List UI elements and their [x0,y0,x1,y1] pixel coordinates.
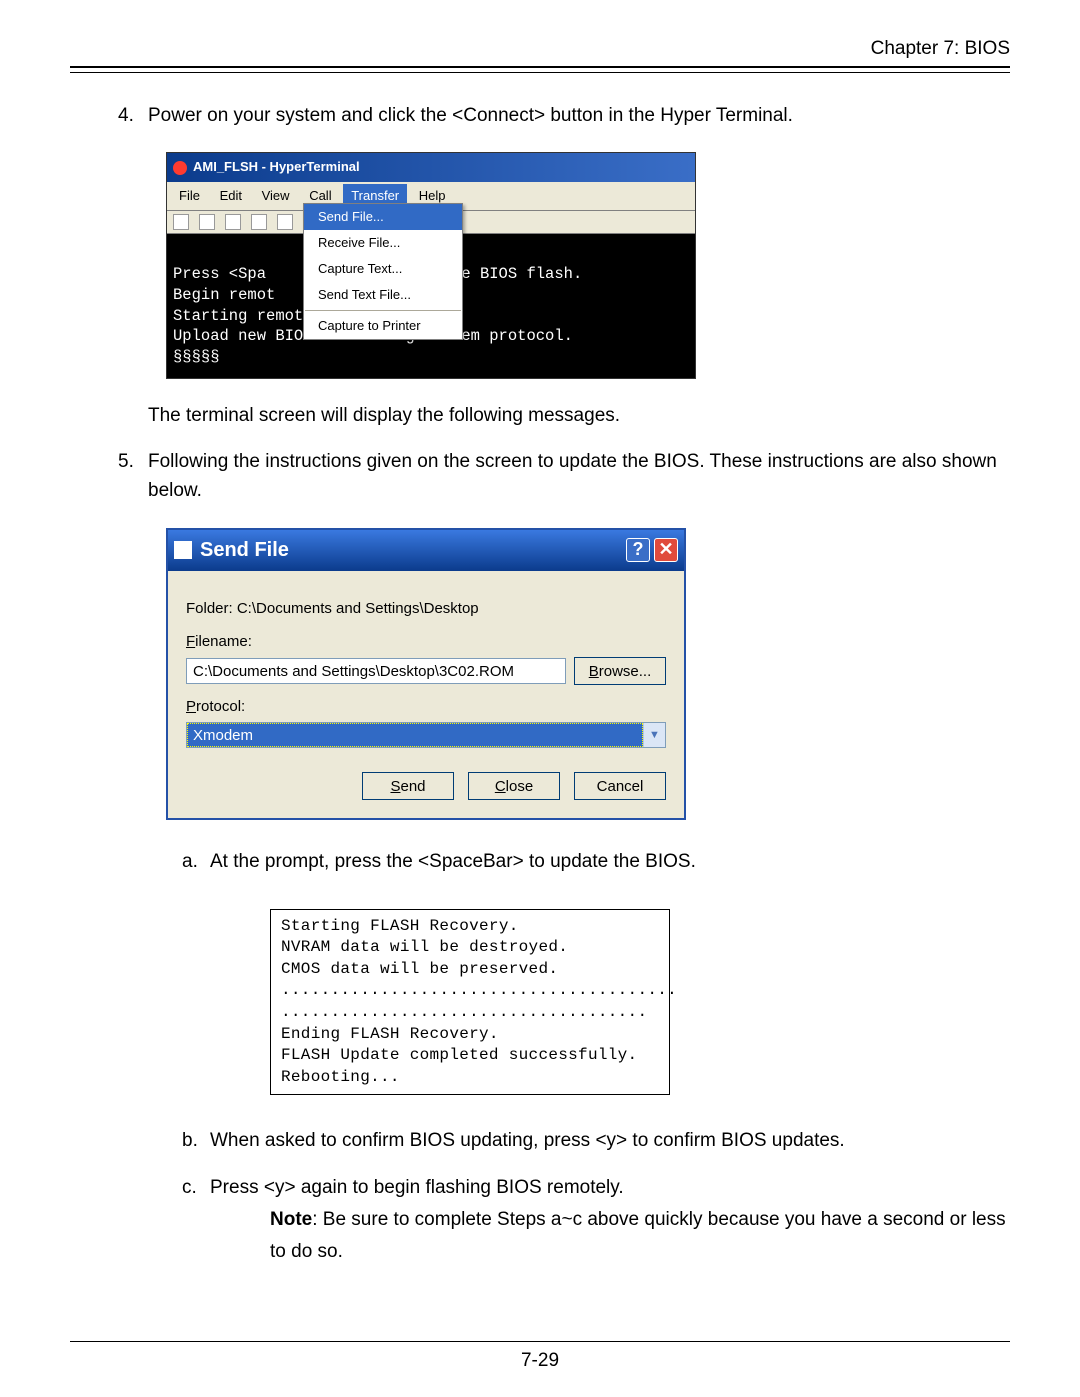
substep-b: b. When asked to confirm BIOS updating, … [182,1125,1010,1157]
protocol-value: Xmodem [187,723,643,747]
filename-input[interactable] [186,658,566,684]
cancel-button[interactable]: Cancel [574,772,666,800]
header-rule [70,66,1010,73]
note-text: : Be sure to complete Steps a~c above qu… [270,1209,1006,1262]
step-5-num: 5. [118,447,134,476]
menubar: File Edit View Call Transfer Help Send F… [167,182,695,211]
substep-b-text: When asked to confirm BIOS updating, pre… [210,1130,845,1151]
step-4-text: Power on your system and click the <Conn… [148,105,793,126]
step-5-text: Following the instructions given on the … [148,451,997,501]
hyperterminal-titlebar: AMI_FLSH - HyperTerminal [167,153,695,181]
menu-view[interactable]: View [254,184,298,208]
menu-item-send-file[interactable]: Send File... [304,204,462,230]
page-number: 7-29 [0,1350,1080,1396]
menu-item-receive-file[interactable]: Receive File... [304,230,462,256]
chapter-header: Chapter 7: BIOS [70,38,1010,66]
protocol-label: Protocol: [186,695,666,718]
footer-rule [70,1341,1010,1342]
menu-item-capture-text[interactable]: Capture Text... [304,256,462,282]
step-4-after: The terminal screen will display the fol… [148,401,1010,430]
step-4-num: 4. [118,101,134,130]
transfer-dropdown: Send File... Receive File... Capture Tex… [303,203,463,341]
substep-a-letter: a. [182,846,198,878]
substep-c-text: Press <y> again to begin flashing BIOS r… [210,1177,624,1198]
step-5: 5. Following the instructions given on t… [118,447,1010,1269]
note-label: Note [270,1209,312,1230]
substep-a-text: At the prompt, press the <SpaceBar> to u… [210,851,696,872]
toolbar-disconnect-icon[interactable] [251,214,267,230]
browse-button[interactable]: Browse... [574,657,666,685]
menu-item-send-text-file[interactable]: Send Text File... [304,282,462,308]
hyperterminal-window: AMI_FLSH - HyperTerminal File Edit View … [166,152,696,379]
send-file-titlebar: Send File ? ✕ [168,530,684,571]
substep-c-letter: c. [182,1172,197,1204]
toolbar-new-icon[interactable] [173,214,189,230]
window-title: AMI_FLSH - HyperTerminal [193,157,360,177]
close-dialog-button[interactable]: Close [468,772,560,800]
help-button[interactable]: ? [626,538,650,562]
close-button[interactable]: ✕ [654,538,678,562]
menu-edit[interactable]: Edit [212,184,250,208]
chevron-down-icon[interactable]: ▼ [643,723,665,747]
toolbar-open-icon[interactable] [199,214,215,230]
note: Note: Be sure to complete Steps a~c abov… [210,1204,1010,1269]
substep-b-letter: b. [182,1125,198,1157]
send-file-dialog: Send File ? ✕ Folder: C:\Documents and S… [166,528,686,821]
menu-file[interactable]: File [171,184,208,208]
folder-label: Folder: C:\Documents and Settings\Deskto… [186,597,666,620]
filename-label: Filename: [186,630,666,653]
step-4: 4. Power on your system and click the <C… [118,101,1010,431]
flash-recovery-output: Starting FLASH Recovery. NVRAM data will… [270,909,670,1096]
app-icon [173,161,187,175]
toolbar-connect-icon[interactable] [225,214,241,230]
menu-item-capture-to-printer[interactable]: Capture to Printer [304,313,462,339]
dialog-icon [174,541,192,559]
send-button[interactable]: Send [362,772,454,800]
toolbar-properties-icon[interactable] [277,214,293,230]
dialog-title: Send File [200,535,289,566]
protocol-select[interactable]: Xmodem ▼ [186,722,666,748]
menu-separator [305,310,461,311]
substep-a: a. At the prompt, press the <SpaceBar> t… [182,846,1010,1095]
substep-c: c. Press <y> again to begin flashing BIO… [182,1172,1010,1269]
